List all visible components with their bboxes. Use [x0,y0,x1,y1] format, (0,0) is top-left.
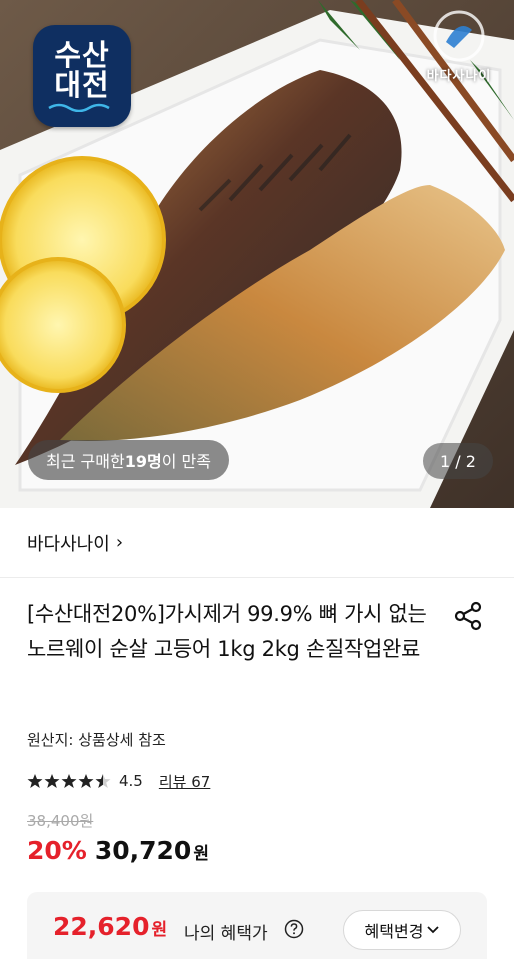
image-page-indicator: 1 / 2 [423,443,493,479]
benefit-price-value: 22,620 [53,912,150,941]
help-icon[interactable] [284,919,304,939]
discount-rate: 20% [27,836,87,865]
star-icon [44,774,60,788]
review-count: 19명 [124,452,162,471]
price-row: 20% 30,720 원 [27,836,209,865]
star-icon [27,774,43,788]
share-icon[interactable] [452,600,484,632]
review-suffix: 이 만족 [161,452,211,471]
benefit-price-box: 22,620 원 나의 혜택가 혜택변경 [27,892,487,959]
logo-line1: 수산 [54,38,110,72]
original-price: 38,400원 [27,812,94,830]
sale-price: 30,720 [94,836,192,865]
recent-buyer-satisfaction-badge: 최근 구매한 19명 이 만족 [28,440,229,480]
change-benefit-button[interactable]: 혜택변경 [343,910,461,950]
star-icon [61,774,77,788]
product-image-carousel[interactable]: 수산 대전 바다사나이 최근 구매한 19명 이 만족 1 / 2 [0,0,514,508]
wave-icon [48,103,110,112]
star-icon [78,774,94,788]
store-link[interactable]: 바다사나이 › [0,508,514,578]
sale-price-unit: 원 [193,844,209,864]
benefit-price-unit: 원 [151,920,168,940]
chevron-down-icon [427,926,440,934]
change-benefit-label: 혜택변경 [364,922,424,941]
product-title: [수산대전20%]가시제거 99.9% 뼈 가시 없는 노르웨이 순살 고등어 … [27,602,427,661]
brand-wave-icon [433,10,485,62]
review-link[interactable]: 리뷰 67 [159,771,210,792]
logo-line2: 대전 [54,68,110,102]
chevron-right-icon: › [115,532,124,553]
star-rating [27,773,111,789]
benefit-price: 22,620 원 [53,912,167,941]
rating-row: 4.5 리뷰 67 [27,768,210,794]
rating-value: 4.5 [119,772,143,790]
review-prefix: 최근 구매한 [46,452,125,471]
brand-watermark-text: 바다사나이 [426,69,492,84]
origin-info: 원산지: 상품상세 참조 [27,731,166,749]
store-name: 바다사나이 [27,533,110,555]
benefit-label: 나의 혜택가 [184,924,268,944]
suhsan-daejeon-logo: 수산 대전 [33,25,131,127]
brand-watermark: 바다사나이 [416,8,502,88]
star-icon [95,774,111,788]
